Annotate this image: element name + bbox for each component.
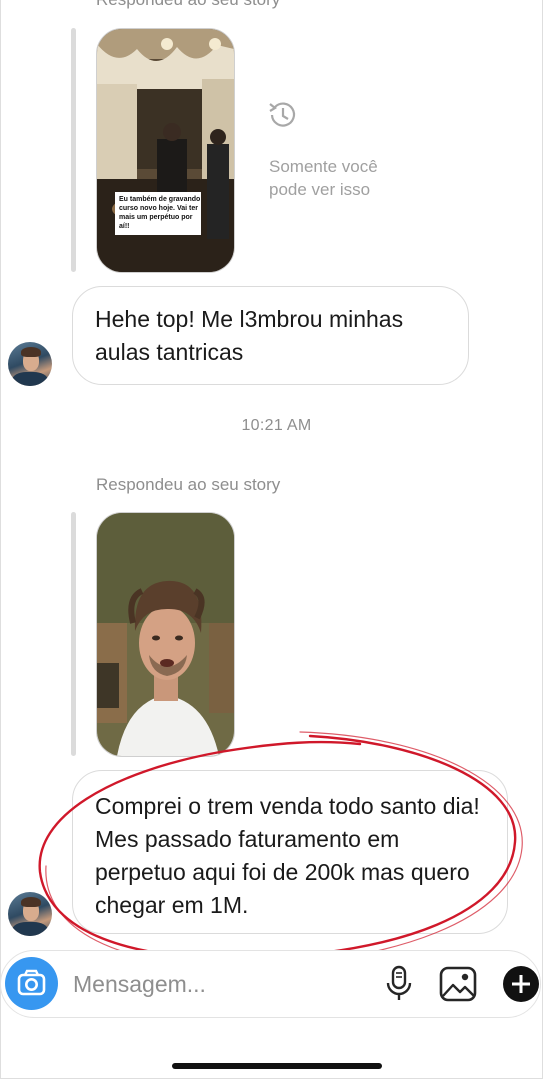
microphone-button[interactable] <box>384 964 414 1009</box>
only-you-text: Somente você pode ver isso <box>269 157 378 199</box>
message-text: Comprei o trem venda todo santo dia! Mes… <box>95 793 480 918</box>
add-button[interactable] <box>502 965 540 1008</box>
image-icon <box>439 966 477 1002</box>
reply-label-top: Respondeu ao seu story <box>96 0 280 10</box>
story-thumbnail[interactable]: Eu também de gravando curso novo hoje. V… <box>96 28 235 273</box>
reply-label: Respondeu ao seu story <box>96 475 281 494</box>
home-indicator[interactable] <box>172 1063 382 1069</box>
timestamp: 10:21 AM <box>241 417 312 434</box>
message-bubble[interactable]: Comprei o trem venda todo santo dia! Mes… <box>72 770 508 934</box>
history-icon <box>266 98 300 137</box>
message-input[interactable]: Mensagem... <box>73 971 206 998</box>
story-image <box>97 29 234 272</box>
avatar[interactable] <box>8 342 52 386</box>
reply-bar <box>71 512 76 756</box>
plus-icon <box>503 966 539 1002</box>
microphone-icon <box>386 965 412 1000</box>
message-bubble[interactable]: Hehe top! Me l3mbrou minhas aulas tantri… <box>72 286 469 385</box>
gallery-button[interactable] <box>438 965 478 1008</box>
camera-icon <box>17 969 46 996</box>
avatar[interactable] <box>8 892 52 936</box>
reply-bar <box>71 28 76 272</box>
story-image <box>97 513 234 756</box>
story-thumbnail[interactable] <box>96 512 235 757</box>
message-composer: Mensagem... <box>0 950 541 1018</box>
story-caption: Eu também de gravando curso novo hoje. V… <box>119 196 201 230</box>
camera-button[interactable] <box>5 957 58 1010</box>
message-text: Hehe top! Me l3mbrou minhas aulas tantri… <box>95 306 404 365</box>
